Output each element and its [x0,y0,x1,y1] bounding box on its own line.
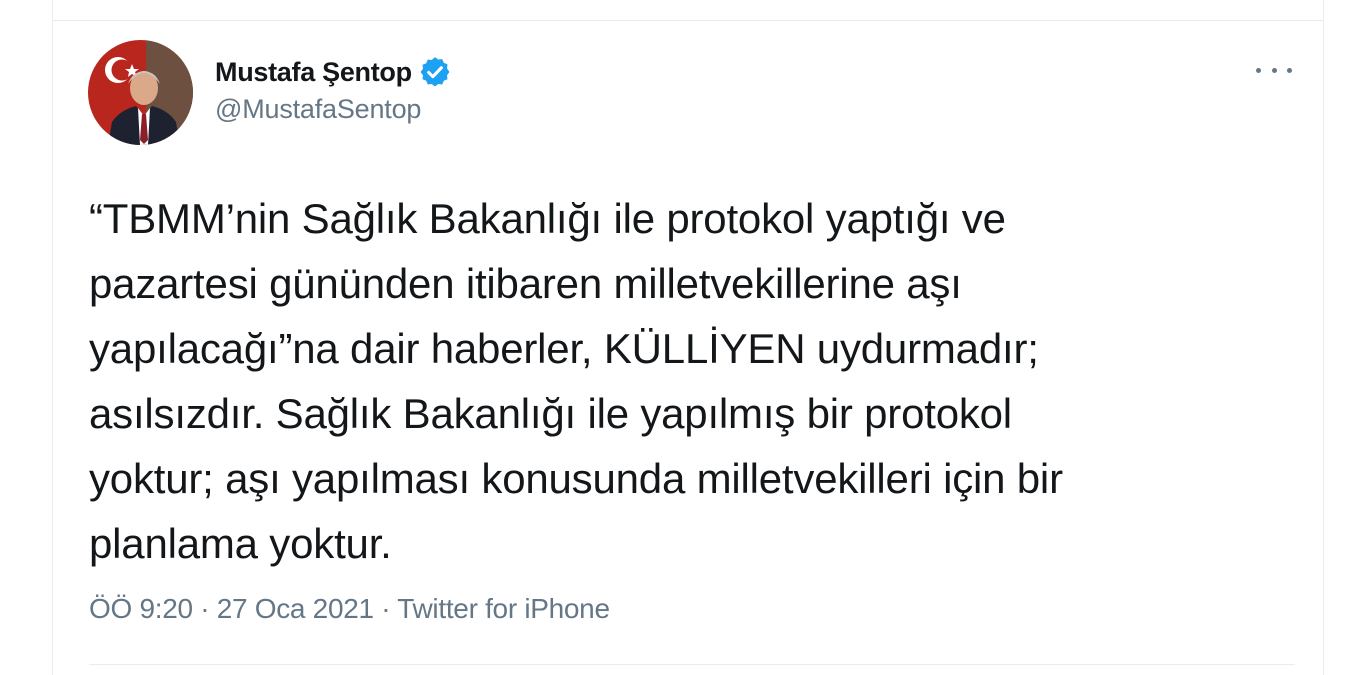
bottom-divider [89,664,1295,665]
more-horizontal-icon[interactable] [1256,56,1292,84]
more-dot [1287,67,1292,73]
tweet-text-line: yapılacağı”na dair haberler, KÜLLİYEN uy… [89,325,1039,372]
user-handle[interactable]: @MustafaSentop [215,94,452,125]
tweet-text: “TBMM’nin Sağlık Bakanlığı ile protokol … [89,186,1289,576]
tweet-card: Mustafa Şentop @MustafaSentop “TBMM’nin … [52,0,1324,675]
tweet-text-line: asılsızdır. Sağlık Bakanlığı ile yapılmı… [89,390,1012,437]
more-dot [1256,67,1261,73]
display-name[interactable]: Mustafa Şentop [215,57,412,88]
tweet-timestamp-source[interactable]: ÖÖ 9:20 · 27 Oca 2021 · Twitter for iPho… [89,593,610,625]
author-block: Mustafa Şentop @MustafaSentop [215,52,452,125]
page: Mustafa Şentop @MustafaSentop “TBMM’nin … [0,0,1372,675]
display-name-row: Mustafa Şentop [215,52,452,92]
avatar[interactable] [88,40,193,145]
top-divider [53,20,1323,21]
tweet-text-line: pazartesi gününden itibaren milletvekill… [89,260,962,307]
more-dot [1271,67,1277,73]
tweet-text-line: yoktur; aşı yapılması konusunda milletve… [89,455,1063,502]
verified-badge-icon [418,55,452,89]
tweet-text-line: “TBMM’nin Sağlık Bakanlığı ile protokol … [89,195,1006,242]
avatar-image [88,40,193,145]
tweet-text-line: planlama yoktur. [89,520,392,567]
